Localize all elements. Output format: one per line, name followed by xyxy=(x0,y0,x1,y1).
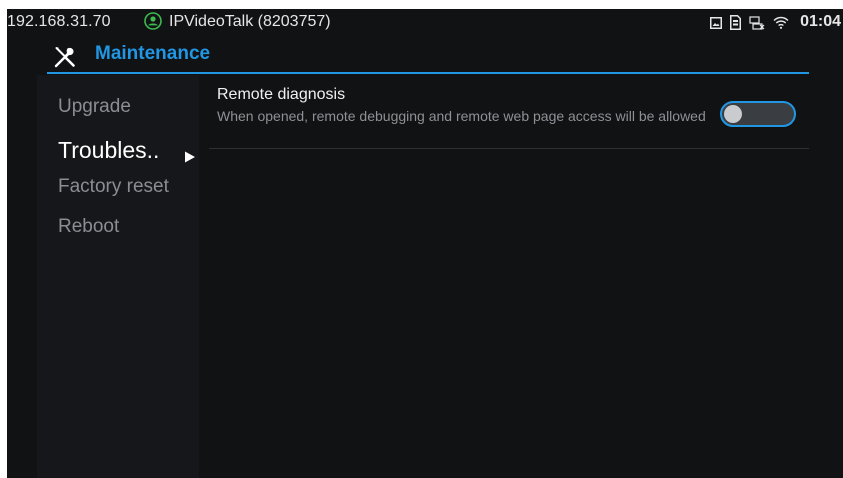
remote-diagnosis-toggle[interactable] xyxy=(720,101,796,127)
sidebar-item-factory-reset[interactable]: Factory reset xyxy=(58,176,169,198)
play-arrow-icon xyxy=(184,150,196,163)
sim-card-icon xyxy=(730,15,741,30)
status-icons xyxy=(710,15,789,30)
status-bar: 192.168.31.70 IPVideoTalk (8203757) 01:0… xyxy=(7,9,843,35)
sidebar-item-troubleshooting[interactable]: Troubles.. xyxy=(58,137,159,164)
toggle-knob xyxy=(724,105,742,123)
sidebar: Upgrade Troubles.. Factory reset Reboot xyxy=(37,75,199,478)
account-registered-icon xyxy=(144,12,162,30)
image-icon xyxy=(710,16,722,29)
tools-icon xyxy=(53,45,77,69)
wifi-icon xyxy=(773,16,789,29)
setting-description: When opened, remote debugging and remote… xyxy=(217,108,706,124)
sidebar-item-upgrade[interactable]: Upgrade xyxy=(58,96,131,118)
page-title: Maintenance xyxy=(95,43,211,64)
ip-address: 192.168.31.70 xyxy=(7,13,111,30)
screen: 192.168.31.70 IPVideoTalk (8203757) 01:0… xyxy=(7,9,843,478)
setting-title: Remote diagnosis xyxy=(217,86,346,103)
account-name: IPVideoTalk (8203757) xyxy=(169,13,331,30)
clock: 01:04 xyxy=(800,13,841,30)
header-divider xyxy=(47,72,809,74)
no-network-icon xyxy=(749,15,765,30)
sidebar-item-reboot[interactable]: Reboot xyxy=(58,216,119,238)
row-divider xyxy=(209,148,809,149)
